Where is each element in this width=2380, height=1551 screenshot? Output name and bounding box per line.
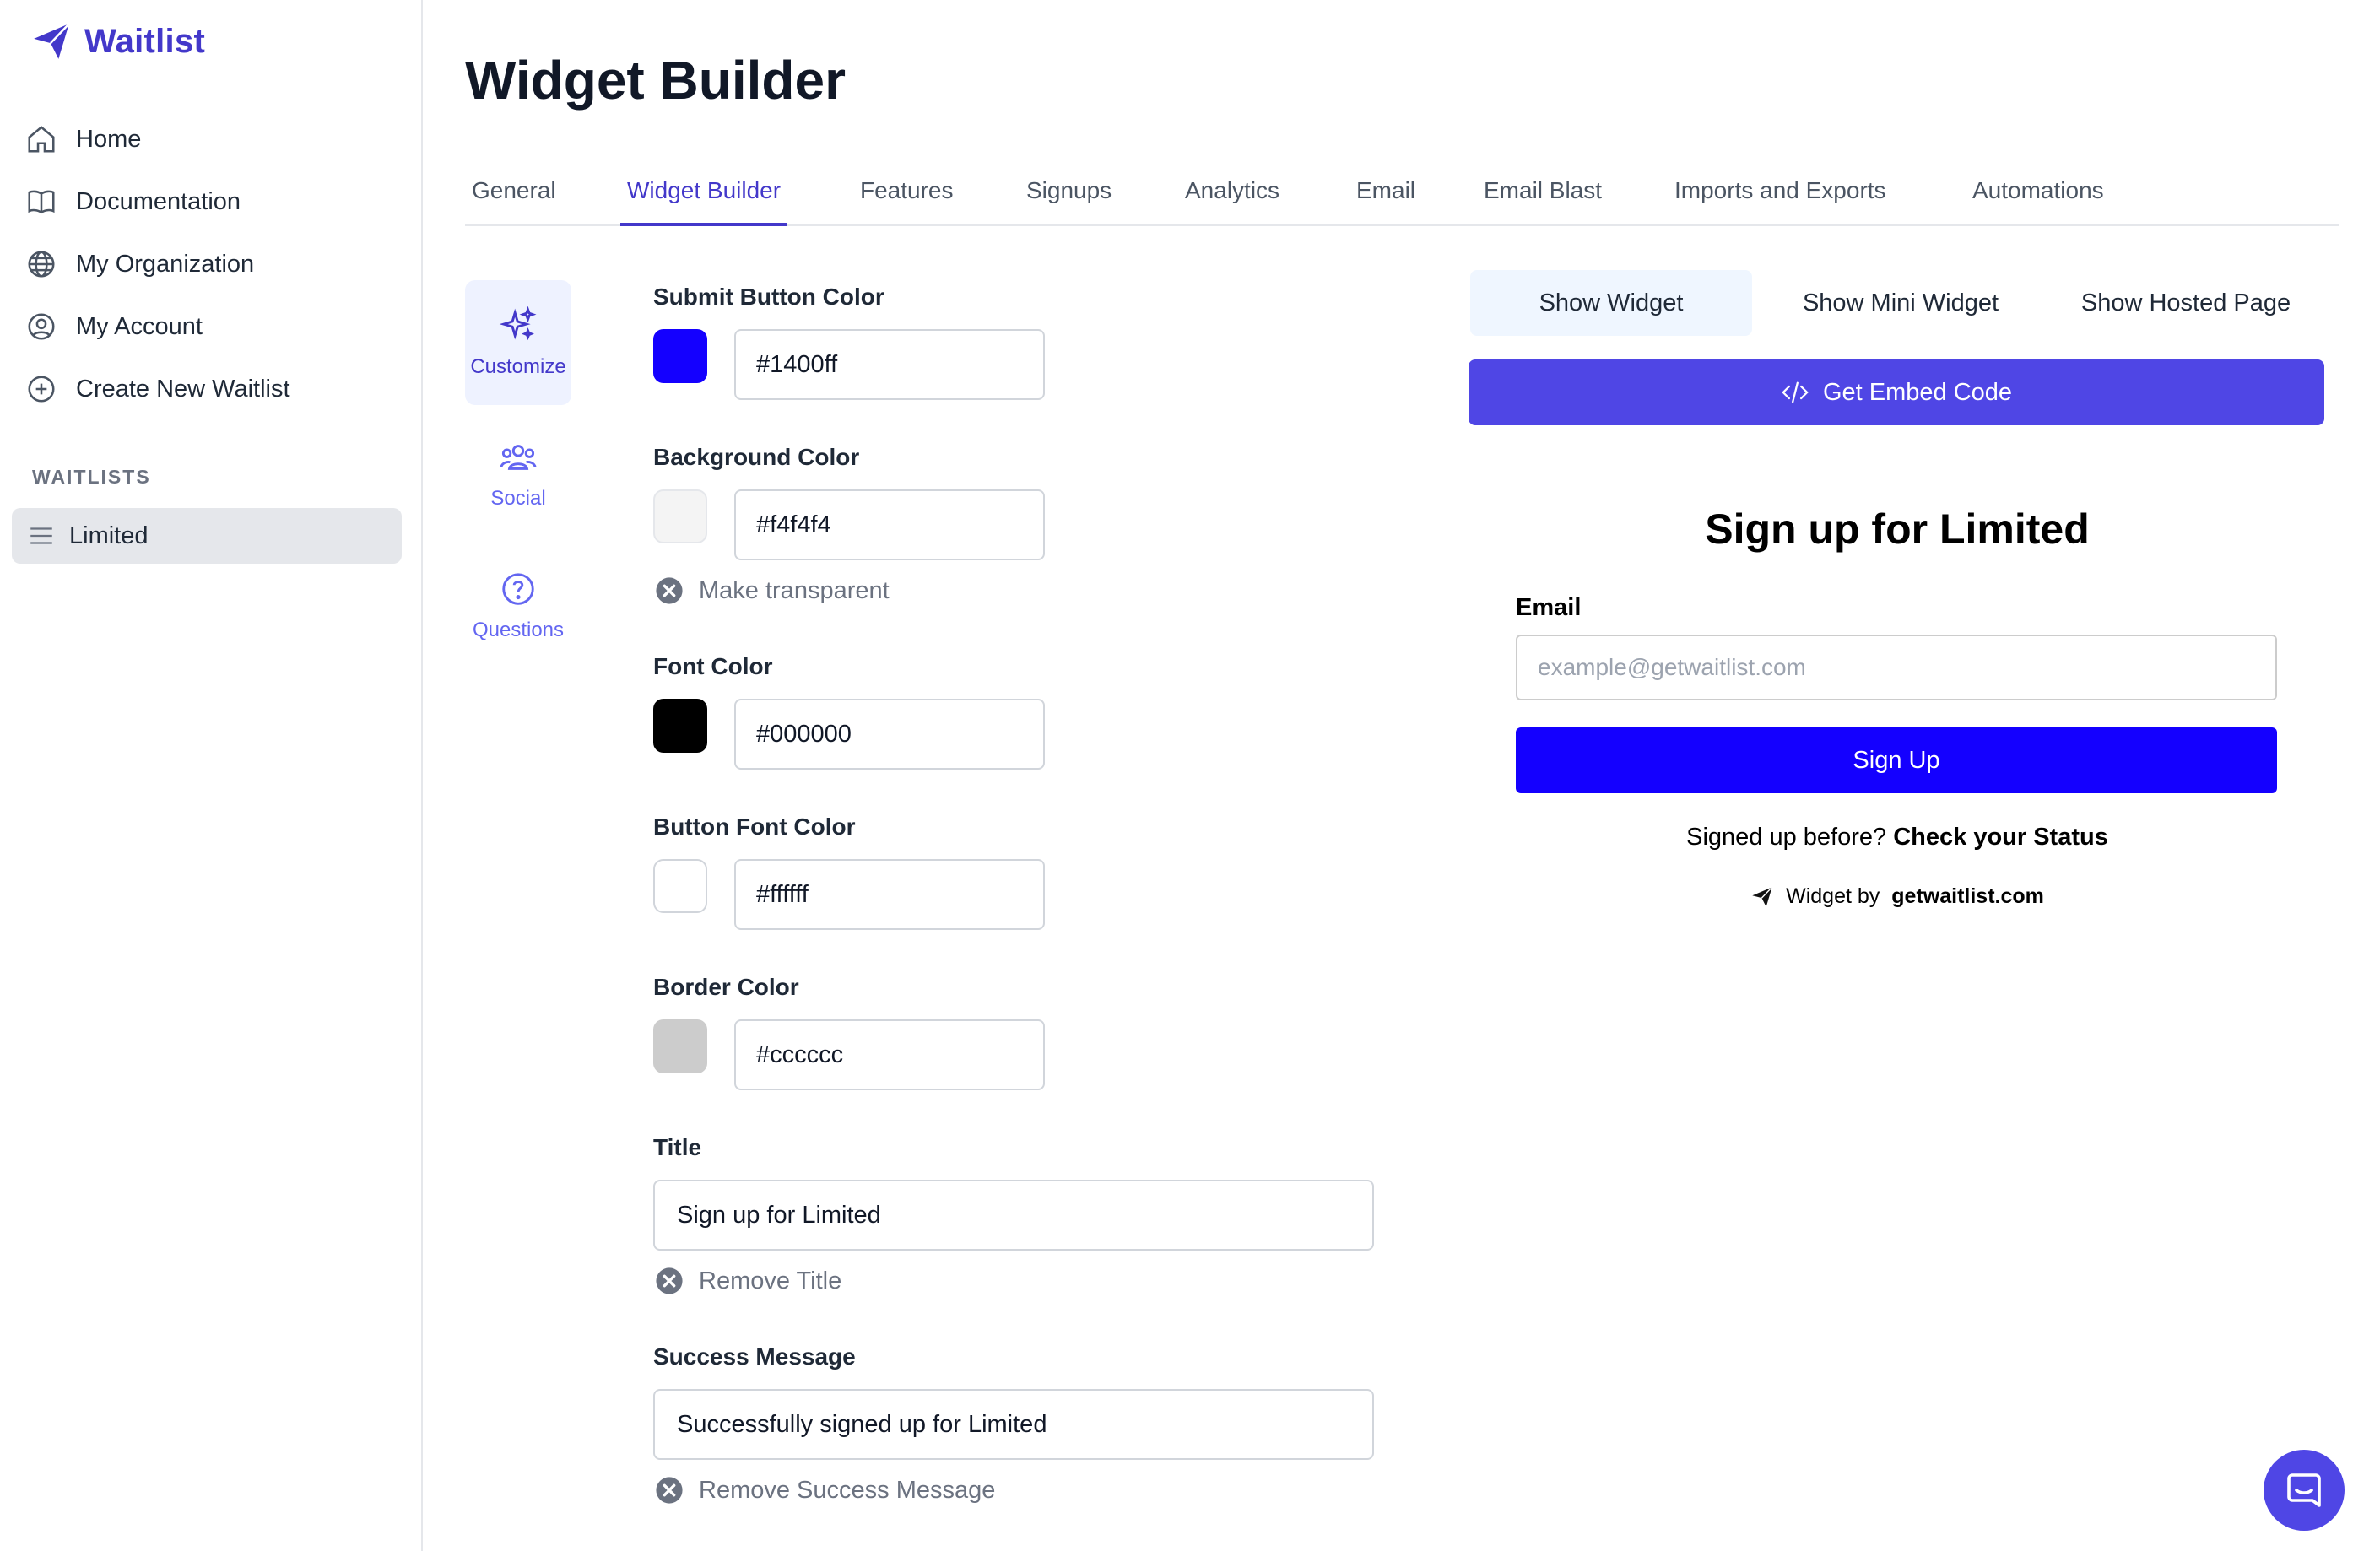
tab-signups[interactable]: Signups xyxy=(1026,177,1112,223)
builder-subnav: Customize Social Questions xyxy=(465,280,571,675)
sidebar-item-label: Documentation xyxy=(76,187,241,215)
font-color-input[interactable] xyxy=(734,699,1045,770)
chat-support-button[interactable] xyxy=(2264,1450,2345,1531)
title-input[interactable] xyxy=(653,1180,1374,1251)
sidebar-item-label: Create New Waitlist xyxy=(76,375,290,403)
sidebar-item-documentation[interactable]: Documentation xyxy=(25,170,397,233)
book-icon xyxy=(28,190,55,214)
tab-general[interactable]: General xyxy=(472,177,556,223)
x-circle-icon xyxy=(656,1267,683,1294)
waitlist-item-label: Limited xyxy=(69,522,149,549)
get-embed-code-label: Get Embed Code xyxy=(1822,378,2013,406)
sidebar-item-label: Home xyxy=(76,125,142,153)
preview-tab-bar: Show Widget Show Mini Widget Show Hosted… xyxy=(1470,270,2324,336)
credit-site-link[interactable]: getwaitlist.com xyxy=(1891,884,2044,909)
widget-status-text: Signed up before? Check your Status xyxy=(1470,824,2324,851)
code-icon xyxy=(1782,381,1809,403)
waitlist-item-limited[interactable]: Limited xyxy=(12,508,402,564)
tab-widget-builder[interactable]: Widget Builder xyxy=(620,177,788,226)
page-title: Widget Builder xyxy=(465,50,846,111)
globe-icon xyxy=(28,251,55,278)
users-group-icon xyxy=(500,445,537,470)
border-color-input[interactable] xyxy=(734,1019,1045,1090)
toggle-label: Make transparent xyxy=(699,576,890,604)
brand-name: Waitlist xyxy=(84,22,206,60)
check-status-link[interactable]: Check your Status xyxy=(1893,824,2108,851)
widget-credit: Widget by getwaitlist.com xyxy=(1470,884,2324,909)
plus-circle-icon xyxy=(28,376,55,403)
x-circle-icon xyxy=(656,1477,683,1504)
border-color-swatch[interactable] xyxy=(653,1019,707,1073)
show-widget-tab[interactable]: Show Widget xyxy=(1470,270,1752,336)
tab-analytics[interactable]: Analytics xyxy=(1185,177,1279,223)
sidebar-item-label: My Account xyxy=(76,312,203,340)
waitlists-section-label: WAITLISTS xyxy=(32,466,151,488)
font-color-swatch[interactable] xyxy=(653,699,707,753)
submit-button-color-label: Submit Button Color xyxy=(653,284,884,310)
tab-automations[interactable]: Automations xyxy=(1972,177,2104,223)
widget-email-label: Email xyxy=(1516,594,1582,621)
make-transparent-toggle[interactable]: Make transparent xyxy=(655,576,890,605)
sparkles-icon xyxy=(499,306,537,341)
sidebar-item-home[interactable]: Home xyxy=(25,108,397,170)
subnav-social[interactable]: Social xyxy=(465,412,571,537)
tab-imports-and-exports[interactable]: Imports and Exports xyxy=(1674,177,1886,223)
font-color-label: Font Color xyxy=(653,653,773,679)
button-font-color-swatch[interactable] xyxy=(653,859,707,913)
tab-features[interactable]: Features xyxy=(860,177,954,223)
tab-bar: General Widget Builder Features Signups … xyxy=(465,162,2339,226)
user-circle-icon xyxy=(28,313,55,340)
sidebar-item-create-new-waitlist[interactable]: Create New Waitlist xyxy=(25,358,397,420)
tab-email-blast[interactable]: Email Blast xyxy=(1484,177,1602,223)
subnav-questions[interactable]: Questions xyxy=(465,543,571,668)
border-color-label: Border Color xyxy=(653,974,799,1000)
menu-lines-icon xyxy=(30,527,52,544)
submit-button-color-input[interactable] xyxy=(734,329,1045,400)
success-message-input[interactable] xyxy=(653,1389,1374,1460)
remove-title-toggle[interactable]: Remove Title xyxy=(655,1267,841,1295)
subnav-label: Questions xyxy=(472,619,565,641)
widget-email-input[interactable] xyxy=(1516,635,2277,700)
remove-success-message-toggle[interactable]: Remove Success Message xyxy=(655,1476,995,1505)
sidebar-item-my-account[interactable]: My Account xyxy=(25,295,397,358)
background-color-input[interactable] xyxy=(734,489,1045,560)
credit-prefix: Widget by xyxy=(1786,884,1880,908)
sidebar-item-my-organization[interactable]: My Organization xyxy=(25,233,397,295)
toggle-label: Remove Success Message xyxy=(699,1476,996,1504)
sidebar: Waitlist Home Documentation My Organizat… xyxy=(0,0,423,1551)
home-icon xyxy=(28,126,55,153)
sidebar-item-label: My Organization xyxy=(76,250,255,278)
widget-preview-title: Sign up for Limited xyxy=(1705,505,2090,553)
show-mini-widget-tab[interactable]: Show Mini Widget xyxy=(1767,270,2034,336)
subnav-customize[interactable]: Customize xyxy=(465,280,571,405)
tab-email[interactable]: Email xyxy=(1356,177,1415,223)
background-color-swatch[interactable] xyxy=(653,489,707,543)
show-hosted-page-tab[interactable]: Show Hosted Page xyxy=(2047,270,2324,336)
submit-button-color-swatch[interactable] xyxy=(653,329,707,383)
question-circle-icon xyxy=(502,573,534,605)
chat-icon xyxy=(2287,1473,2321,1507)
success-message-label: Success Message xyxy=(653,1343,856,1370)
get-embed-code-button[interactable]: Get Embed Code xyxy=(1469,359,2324,425)
subnav-label: Social xyxy=(490,487,546,510)
sidebar-nav: Home Documentation My Organization My Ac… xyxy=(25,108,397,420)
subnav-label: Customize xyxy=(470,355,566,378)
x-circle-icon xyxy=(656,577,683,604)
background-color-label: Background Color xyxy=(653,444,860,470)
button-font-color-label: Button Font Color xyxy=(653,813,856,840)
button-font-color-input[interactable] xyxy=(734,859,1045,930)
brand-logo[interactable]: Waitlist xyxy=(30,19,205,64)
status-prefix: Signed up before? xyxy=(1686,824,1887,851)
toggle-label: Remove Title xyxy=(699,1267,842,1294)
widget-sign-up-button[interactable]: Sign Up xyxy=(1516,727,2277,793)
title-label: Title xyxy=(653,1134,702,1160)
paper-plane-icon xyxy=(34,23,70,59)
paper-plane-icon xyxy=(1752,886,1773,907)
